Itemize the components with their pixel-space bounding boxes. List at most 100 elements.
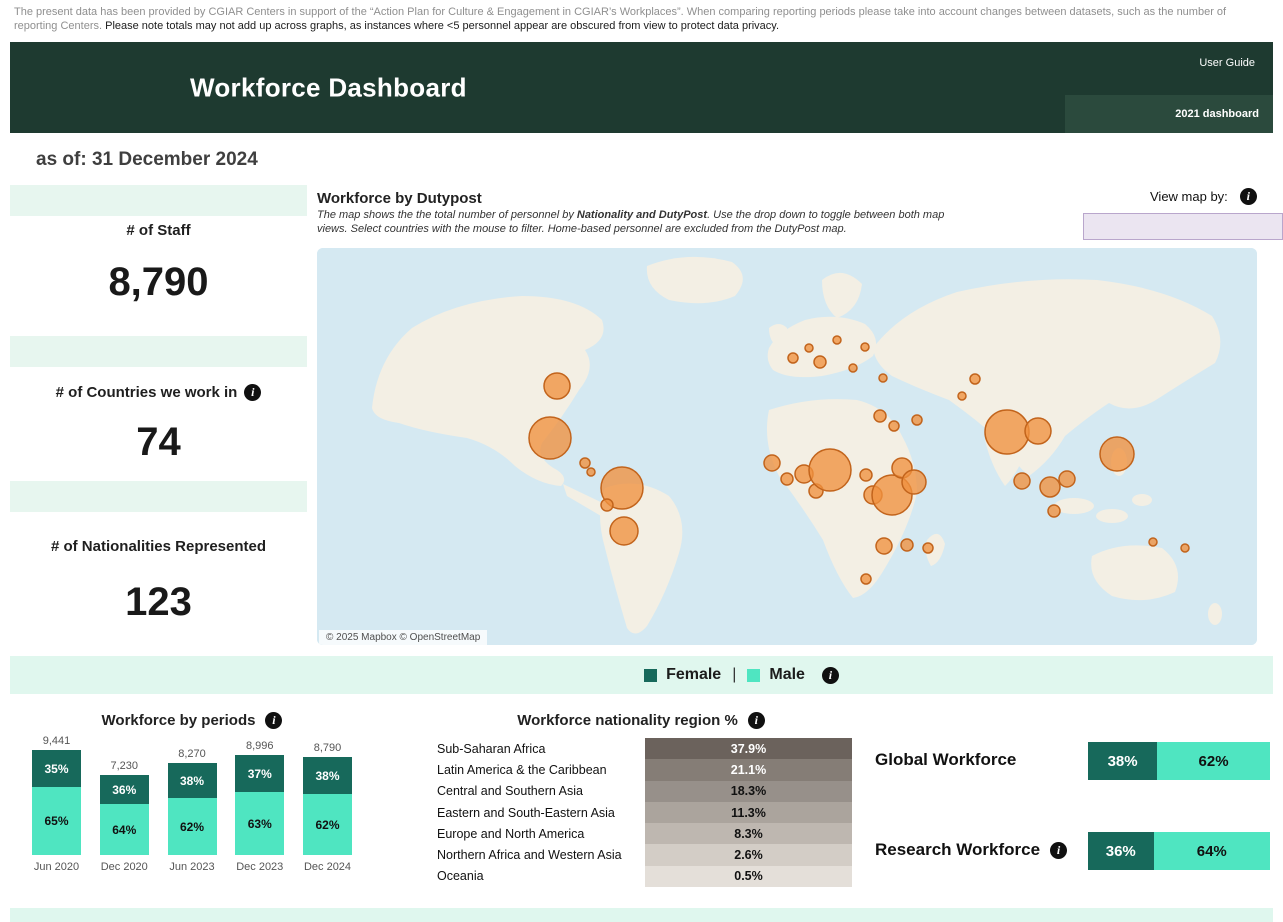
map-section-title: Workforce by Dutypost: [317, 190, 482, 207]
female-segment[interactable]: 35%: [32, 750, 81, 787]
map-bubble[interactable]: [985, 410, 1029, 454]
period-total-label: 8,270: [168, 748, 217, 760]
map-bubble[interactable]: [788, 353, 798, 363]
map-bubble[interactable]: [901, 539, 913, 551]
period-column[interactable]: 8,99637%63%Dec 2023: [235, 740, 284, 877]
map-bubble[interactable]: [923, 543, 933, 553]
disclaimer: The present data has been provided by CG…: [0, 0, 1283, 33]
region-value-bar: 18.3%: [645, 781, 852, 802]
region-label: Eastern and South-Eastern Asia: [430, 802, 645, 823]
period-column[interactable]: 8,270 38%62%Jun 2023: [168, 748, 217, 877]
region-label: Latin America & the Caribbean: [430, 759, 645, 780]
map-bubble[interactable]: [833, 336, 841, 344]
map-bubble[interactable]: [1014, 473, 1030, 489]
map-bubble[interactable]: [587, 468, 595, 476]
period-axis-label: Dec 2024: [303, 855, 352, 877]
map-bubble[interactable]: [610, 517, 638, 545]
info-icon[interactable]: i: [1050, 842, 1067, 859]
map-description-bold: Nationality and DutyPost: [577, 209, 707, 221]
period-total-label: 8,996: [235, 740, 284, 752]
divider-band: [10, 185, 307, 216]
female-segment[interactable]: 37%: [235, 755, 284, 792]
gender-legend: Female | Male i: [644, 666, 839, 684]
map-bubble[interactable]: [860, 469, 872, 481]
female-segment[interactable]: 38%: [1088, 742, 1157, 780]
stat-value-staff: 8,790: [10, 260, 307, 305]
bottom-band: [10, 908, 1273, 922]
female-segment[interactable]: 38%: [303, 757, 352, 794]
map-bubble[interactable]: [544, 373, 570, 399]
map-view-dropdown[interactable]: [1083, 213, 1283, 240]
male-segment[interactable]: 64%: [100, 804, 149, 855]
dutypost-map[interactable]: © 2025 Mapbox © OpenStreetMap: [317, 248, 1257, 645]
map-bubble[interactable]: [879, 374, 887, 382]
region-row[interactable]: Latin America & the Caribbean21.1%: [430, 759, 852, 780]
region-chart-title: Workforce nationality region %: [517, 712, 738, 729]
female-segment[interactable]: 36%: [1088, 832, 1154, 870]
map-bubble[interactable]: [805, 344, 813, 352]
region-row[interactable]: Sub-Saharan Africa37.9%: [430, 738, 852, 759]
map-bubble[interactable]: [814, 356, 826, 368]
info-icon[interactable]: i: [265, 712, 282, 729]
male-segment[interactable]: 65%: [32, 787, 81, 855]
period-column[interactable]: 7,23036%64%Dec 2020: [100, 760, 149, 877]
nationality-region-chart: Workforce nationality region % i Sub-Sah…: [430, 712, 852, 887]
info-icon[interactable]: i: [748, 712, 765, 729]
period-column[interactable]: 8,79038%62%Dec 2024: [303, 742, 352, 877]
map-bubble[interactable]: [861, 343, 869, 351]
female-segment[interactable]: 36%: [100, 775, 149, 804]
map-bubble[interactable]: [1100, 437, 1134, 471]
period-stacked-bar: 37%63%: [235, 755, 284, 855]
link-2021-dashboard[interactable]: 2021 dashboard: [1065, 95, 1273, 133]
map-bubble[interactable]: [781, 473, 793, 485]
map-bubble[interactable]: [1040, 477, 1060, 497]
region-row[interactable]: Europe and North America8.3%: [430, 823, 852, 844]
global-workforce-title: Global Workforce: [875, 750, 1016, 770]
map-attribution[interactable]: © 2025 Mapbox © OpenStreetMap: [319, 630, 487, 645]
user-guide-link[interactable]: User Guide: [1199, 57, 1255, 69]
female-segment[interactable]: 38%: [168, 763, 217, 798]
male-segment[interactable]: 62%: [303, 794, 352, 855]
info-icon[interactable]: i: [822, 667, 839, 684]
map-bubble[interactable]: [764, 455, 780, 471]
period-column[interactable]: 9,44135%65%Jun 2020: [32, 735, 81, 877]
period-stacked-bar: 38%62%: [168, 763, 217, 855]
map-bubble[interactable]: [529, 417, 571, 459]
research-split: 36%64%: [1088, 832, 1270, 870]
region-value-bar: 8.3%: [645, 823, 852, 844]
map-bubble[interactable]: [889, 421, 899, 431]
region-value-bar: 0.5%: [645, 866, 852, 887]
map-bubble[interactable]: [861, 574, 871, 584]
map-bubble[interactable]: [809, 449, 851, 491]
world-map[interactable]: [317, 248, 1257, 645]
male-segment[interactable]: 64%: [1154, 832, 1270, 870]
region-row[interactable]: Eastern and South-Eastern Asia11.3%: [430, 802, 852, 823]
region-row[interactable]: Oceania0.5%: [430, 866, 852, 887]
info-icon[interactable]: i: [1240, 188, 1257, 205]
map-bubble[interactable]: [1059, 471, 1075, 487]
region-value-bar: 37.9%: [645, 738, 852, 759]
male-segment[interactable]: 63%: [235, 792, 284, 855]
region-label: Oceania: [430, 866, 645, 887]
map-bubble[interactable]: [902, 470, 926, 494]
map-bubble[interactable]: [1048, 505, 1060, 517]
region-row[interactable]: Northern Africa and Western Asia2.6%: [430, 844, 852, 865]
map-bubble[interactable]: [601, 499, 613, 511]
map-bubble[interactable]: [1149, 538, 1157, 546]
map-bubble[interactable]: [958, 392, 966, 400]
map-bubble[interactable]: [1025, 418, 1051, 444]
map-bubble[interactable]: [874, 410, 886, 422]
map-bubble[interactable]: [849, 364, 857, 372]
period-axis-label: Jun 2023: [168, 855, 217, 877]
male-segment[interactable]: 62%: [168, 798, 217, 855]
info-icon[interactable]: i: [244, 384, 261, 401]
male-segment[interactable]: 62%: [1157, 742, 1270, 780]
as-of-date: as of: 31 December 2024: [36, 149, 258, 171]
map-bubble[interactable]: [1181, 544, 1189, 552]
region-rows: Sub-Saharan Africa37.9%Latin America & t…: [430, 738, 852, 887]
map-bubble[interactable]: [580, 458, 590, 468]
map-bubble[interactable]: [912, 415, 922, 425]
region-row[interactable]: Central and Southern Asia18.3%: [430, 781, 852, 802]
map-bubble[interactable]: [876, 538, 892, 554]
map-bubble[interactable]: [970, 374, 980, 384]
